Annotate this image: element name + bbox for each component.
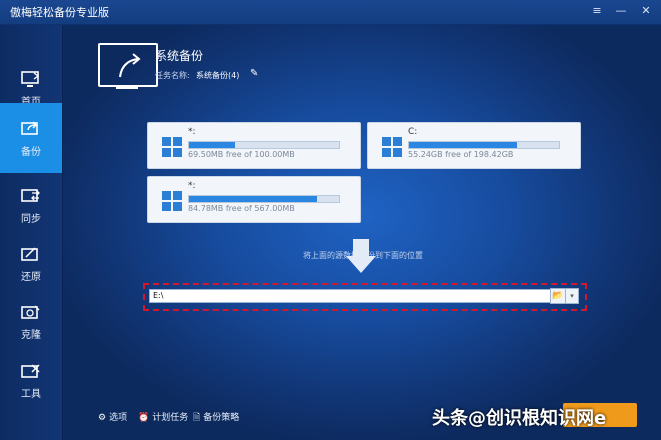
disk-info: 69.50MB free of 100.00MB bbox=[188, 150, 295, 159]
source-disk-card[interactable]: C: 55.24GB free of 198.42GB bbox=[367, 122, 581, 169]
options-label: 选项 bbox=[109, 413, 128, 423]
disk-usage-fill bbox=[189, 142, 235, 148]
sidebar-item-restore[interactable]: 还原 bbox=[0, 235, 62, 293]
windows-icon bbox=[162, 137, 182, 157]
task-name-value: 系统备份(4) bbox=[196, 71, 240, 80]
disk-info: 55.24GB free of 198.42GB bbox=[408, 150, 514, 159]
windows-icon bbox=[162, 191, 182, 211]
minimize-icon[interactable]: — bbox=[612, 4, 630, 18]
sidebar-item-label: 还原 bbox=[21, 272, 41, 283]
options-link[interactable]: ⚙ 选项 bbox=[98, 410, 127, 423]
restore-icon bbox=[21, 247, 38, 261]
clone-icon bbox=[21, 305, 40, 319]
monitor-stand bbox=[116, 86, 138, 89]
strategy-label: 备份策略 bbox=[203, 413, 240, 423]
tools-icon bbox=[21, 364, 40, 378]
destination-path-input[interactable]: E:\ bbox=[149, 289, 554, 303]
disk-usage-fill bbox=[189, 196, 317, 202]
close-icon[interactable]: ✕ bbox=[637, 4, 655, 18]
disk-info: 84.78MB free of 567.00MB bbox=[188, 204, 295, 213]
title-bar: 傲梅轻松备份专业版 ≡ — ✕ bbox=[0, 0, 661, 25]
sidebar-item-tools[interactable]: 工具 bbox=[0, 352, 62, 410]
menu-icon[interactable]: ≡ bbox=[588, 4, 606, 18]
folder-icon[interactable]: 📂 bbox=[550, 288, 566, 304]
schedule-link[interactable]: ⏰ 计划任务 bbox=[138, 410, 188, 423]
sidebar-item-sync[interactable]: 同步 bbox=[0, 177, 62, 235]
sidebar-item-backup[interactable]: 备份 bbox=[0, 103, 62, 173]
disk-usage-bar bbox=[188, 141, 340, 149]
gear-icon: ⚙ bbox=[98, 413, 107, 423]
disk-name: C: bbox=[408, 127, 418, 137]
arrow-down-icon bbox=[353, 239, 369, 257]
chevron-down-icon[interactable]: ▾ bbox=[565, 288, 579, 304]
disk-name: *: bbox=[188, 181, 196, 191]
window-title: 傲梅轻松备份专业版 bbox=[10, 6, 109, 19]
backup-icon bbox=[21, 121, 38, 135]
sidebar-item-label: 克隆 bbox=[21, 330, 41, 341]
page-title: 系统备份 bbox=[155, 49, 204, 63]
arrow-down-head bbox=[346, 256, 376, 273]
windows-icon bbox=[382, 137, 402, 157]
sidebar: 首页 备份 同步 还原 克隆 工具 bbox=[0, 25, 63, 440]
schedule-label: 计划任务 bbox=[152, 413, 189, 423]
sidebar-item-label: 同步 bbox=[21, 214, 41, 225]
edit-icon[interactable]: ✎ bbox=[250, 68, 258, 79]
task-name-label: 任务名称: bbox=[155, 71, 190, 80]
watermark-text: 头条@创识根知识网e bbox=[432, 408, 607, 429]
source-disk-card[interactable]: *: 69.50MB free of 100.00MB bbox=[147, 122, 361, 169]
document-icon: 🗎 bbox=[193, 413, 201, 423]
main-panel: 系统备份 任务名称: 系统备份(4) ✎ *: 69.50MB free of … bbox=[63, 25, 661, 440]
disk-usage-bar bbox=[188, 195, 340, 203]
strategy-link[interactable]: 🗎 备份策略 bbox=[193, 410, 239, 426]
source-disk-card[interactable]: *: 84.78MB free of 567.00MB bbox=[147, 176, 361, 223]
sidebar-item-label: 工具 bbox=[21, 389, 41, 400]
sidebar-item-label: 备份 bbox=[21, 147, 41, 158]
disk-name: *: bbox=[188, 127, 196, 137]
home-monitor-icon bbox=[21, 71, 40, 87]
system-backup-icon bbox=[98, 43, 158, 87]
alarm-clock-icon: ⏰ bbox=[138, 413, 150, 423]
sync-icon bbox=[21, 189, 40, 202]
sidebar-item-clone[interactable]: 克隆 bbox=[0, 293, 62, 351]
disk-usage-fill bbox=[409, 142, 517, 148]
disk-usage-bar bbox=[408, 141, 560, 149]
